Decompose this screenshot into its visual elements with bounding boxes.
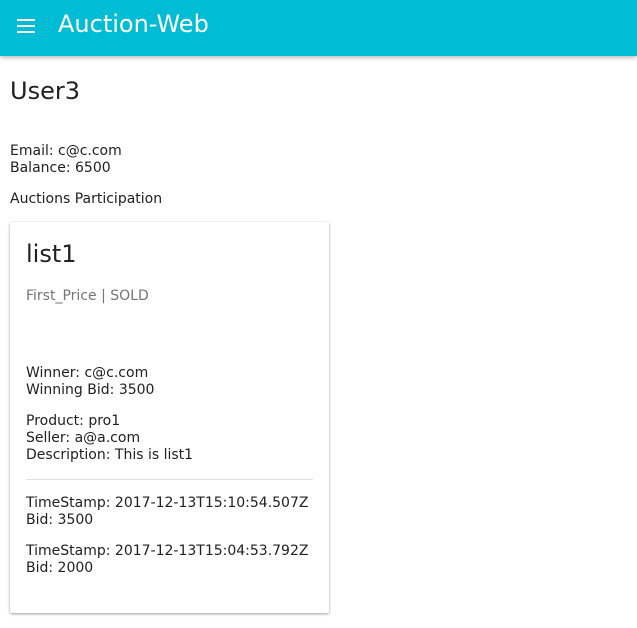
bid-amount: Bid: 2000 bbox=[26, 560, 94, 576]
bid-amount: Bid: 3500 bbox=[26, 512, 94, 528]
auction-title: list1 bbox=[26, 240, 77, 268]
user-balance: Balance: 6500 bbox=[10, 160, 111, 176]
product-line: Product: pro1 bbox=[26, 413, 121, 429]
winner-line: Winner: c@c.com bbox=[26, 365, 149, 381]
menu-icon[interactable] bbox=[17, 19, 35, 33]
winning-bid-line: Winning Bid: 3500 bbox=[26, 382, 155, 398]
app-toolbar: Auction-Web bbox=[0, 0, 637, 56]
bid-timestamp: TimeStamp: 2017-12-13T15:04:53.792Z bbox=[26, 543, 309, 559]
participation-heading: Auctions Participation bbox=[10, 191, 163, 207]
app-title: Auction-Web bbox=[58, 10, 209, 38]
bid-timestamp: TimeStamp: 2017-12-13T15:10:54.507Z bbox=[26, 495, 309, 511]
card-divider bbox=[26, 479, 313, 480]
user-email: Email: c@c.com bbox=[10, 143, 122, 159]
auction-card: list1 First_Price | SOLD Winner: c@c.com… bbox=[10, 222, 329, 613]
description-line: Description: This is list1 bbox=[26, 447, 194, 463]
user-name: User3 bbox=[10, 77, 80, 105]
seller-line: Seller: a@a.com bbox=[26, 430, 141, 446]
auction-subtitle: First_Price | SOLD bbox=[26, 288, 149, 304]
